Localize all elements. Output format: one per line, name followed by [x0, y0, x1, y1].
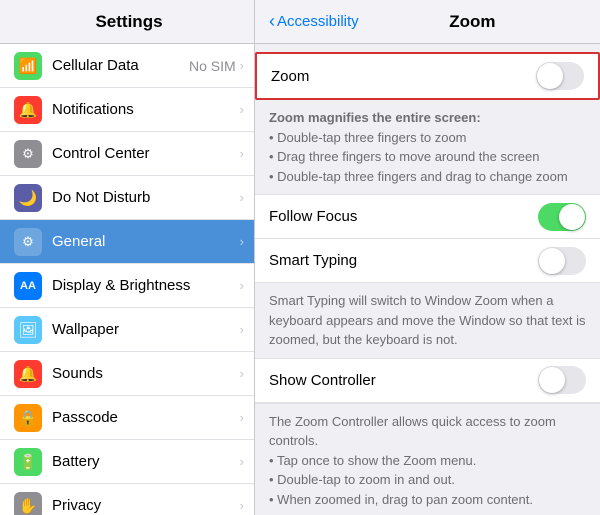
sidebar-item-sounds-label: Sounds: [52, 365, 240, 382]
privacy-icon: ✋: [14, 492, 42, 515]
show-controller-toggle-knob: [539, 367, 565, 393]
sidebar-item-do-not-disturb-label: Do Not Disturb: [52, 189, 240, 206]
back-label: Accessibility: [277, 13, 359, 30]
passcode-icon: 🔒: [14, 404, 42, 432]
chevron-icon: ›: [240, 190, 244, 205]
do-not-disturb-icon: 🌙: [14, 184, 42, 212]
zoom-desc-heading: Zoom magnifies the entire screen:: [269, 110, 481, 125]
zoom-desc-item-2: Drag three fingers to move around the sc…: [269, 147, 586, 167]
show-controller-row: Show Controller: [255, 359, 600, 403]
sidebar-item-display-label: Display & Brightness: [52, 277, 240, 294]
sidebar-item-do-not-disturb[interactable]: 🌙 Do Not Disturb ›: [0, 176, 254, 220]
zoom-row: Zoom: [257, 54, 598, 98]
show-controller-section: Show Controller: [255, 358, 600, 404]
cellular-value: No SIM: [189, 58, 236, 74]
chevron-icon: ›: [240, 410, 244, 425]
notifications-icon: 🔔: [14, 96, 42, 124]
show-controller-desc-item-3: When zoomed in, drag to pan zoom content…: [269, 490, 586, 510]
show-controller-toggle[interactable]: [538, 366, 586, 394]
show-controller-desc-item-1: Tap once to show the Zoom menu.: [269, 451, 586, 471]
sidebar-item-cellular-label: Cellular Data: [52, 57, 189, 74]
smart-typing-row: Smart Typing: [255, 239, 600, 283]
sidebar-title: Settings: [95, 12, 162, 32]
follow-focus-row: Follow Focus: [255, 195, 600, 239]
zoom-toggle[interactable]: [536, 62, 584, 90]
zoom-desc-item-1: Double-tap three fingers to zoom: [269, 128, 586, 148]
display-icon: AA: [14, 272, 42, 300]
show-controller-desc-item-2: Double-tap to zoom in and out.: [269, 470, 586, 490]
cellular-icon: 📶: [14, 52, 42, 80]
sidebar-item-wallpaper-label: Wallpaper: [52, 321, 240, 338]
general-icon: ⚙: [14, 228, 42, 256]
show-controller-desc-list: Tap once to show the Zoom menu. Double-t…: [269, 451, 586, 510]
chevron-icon: ›: [240, 278, 244, 293]
zoom-row-container: Zoom: [255, 52, 600, 100]
sidebar-header: Settings: [0, 0, 254, 44]
sidebar-item-control-center[interactable]: ⚙ Control Center ›: [0, 132, 254, 176]
smart-typing-toggle-knob: [539, 248, 565, 274]
sidebar-item-passcode-label: Passcode: [52, 409, 240, 426]
chevron-icon: ›: [240, 234, 244, 249]
sidebar-item-privacy-label: Privacy: [52, 497, 240, 514]
follow-focus-section: Follow Focus Smart Typing: [255, 194, 600, 283]
chevron-icon: ›: [240, 102, 244, 117]
sidebar-item-control-center-label: Control Center: [52, 145, 240, 162]
sidebar-item-wallpaper[interactable]: 🖼 Wallpaper ›: [0, 308, 254, 352]
show-controller-description: The Zoom Controller allows quick access …: [255, 404, 600, 515]
chevron-icon: ›: [240, 366, 244, 381]
sidebar-item-notifications-label: Notifications: [52, 101, 240, 118]
zoom-description: Zoom magnifies the entire screen: Double…: [255, 100, 600, 194]
sidebar-item-display[interactable]: AA Display & Brightness ›: [0, 264, 254, 308]
main-panel: ‹ Accessibility Zoom Zoom Zoom magnifies…: [255, 0, 600, 515]
chevron-icon: ›: [240, 146, 244, 161]
smart-typing-label: Smart Typing: [269, 252, 538, 269]
zoom-desc-list: Double-tap three fingers to zoom Drag th…: [269, 128, 586, 187]
chevron-icon: ›: [240, 322, 244, 337]
chevron-icon: ›: [240, 498, 244, 513]
zoom-label: Zoom: [271, 68, 536, 85]
sounds-icon: 🔔: [14, 360, 42, 388]
navigation-bar: ‹ Accessibility Zoom: [255, 0, 600, 44]
settings-sidebar: Settings 📶 Cellular Data No SIM › 🔔 Noti…: [0, 0, 255, 515]
back-chevron-icon: ‹: [269, 11, 275, 32]
follow-focus-toggle-knob: [559, 204, 585, 230]
chevron-icon: ›: [240, 454, 244, 469]
sidebar-item-general[interactable]: ⚙ General ›: [0, 220, 254, 264]
smart-typing-desc-text: Smart Typing will switch to Window Zoom …: [269, 291, 586, 350]
sidebar-item-general-label: General: [52, 233, 240, 250]
zoom-toggle-knob: [537, 63, 563, 89]
sidebar-item-cellular[interactable]: 📶 Cellular Data No SIM ›: [0, 44, 254, 88]
battery-icon: 🔋: [14, 448, 42, 476]
sidebar-item-battery[interactable]: 🔋 Battery ›: [0, 440, 254, 484]
follow-focus-toggle[interactable]: [538, 203, 586, 231]
back-button[interactable]: ‹ Accessibility: [269, 11, 359, 32]
wallpaper-icon: 🖼: [14, 316, 42, 344]
show-controller-label: Show Controller: [269, 372, 538, 389]
smart-typing-toggle[interactable]: [538, 247, 586, 275]
zoom-desc-item-3: Double-tap three fingers and drag to cha…: [269, 167, 586, 187]
smart-typing-description: Smart Typing will switch to Window Zoom …: [255, 283, 600, 358]
show-controller-desc-heading: The Zoom Controller allows quick access …: [269, 414, 556, 449]
chevron-icon: ›: [240, 58, 244, 73]
sidebar-item-passcode[interactable]: 🔒 Passcode ›: [0, 396, 254, 440]
sidebar-item-sounds[interactable]: 🔔 Sounds ›: [0, 352, 254, 396]
sidebar-item-battery-label: Battery: [52, 453, 240, 470]
nav-title: Zoom: [449, 12, 495, 31]
sidebar-item-privacy[interactable]: ✋ Privacy ›: [0, 484, 254, 515]
sidebar-item-notifications[interactable]: 🔔 Notifications ›: [0, 88, 254, 132]
follow-focus-label: Follow Focus: [269, 208, 538, 225]
control-center-icon: ⚙: [14, 140, 42, 168]
